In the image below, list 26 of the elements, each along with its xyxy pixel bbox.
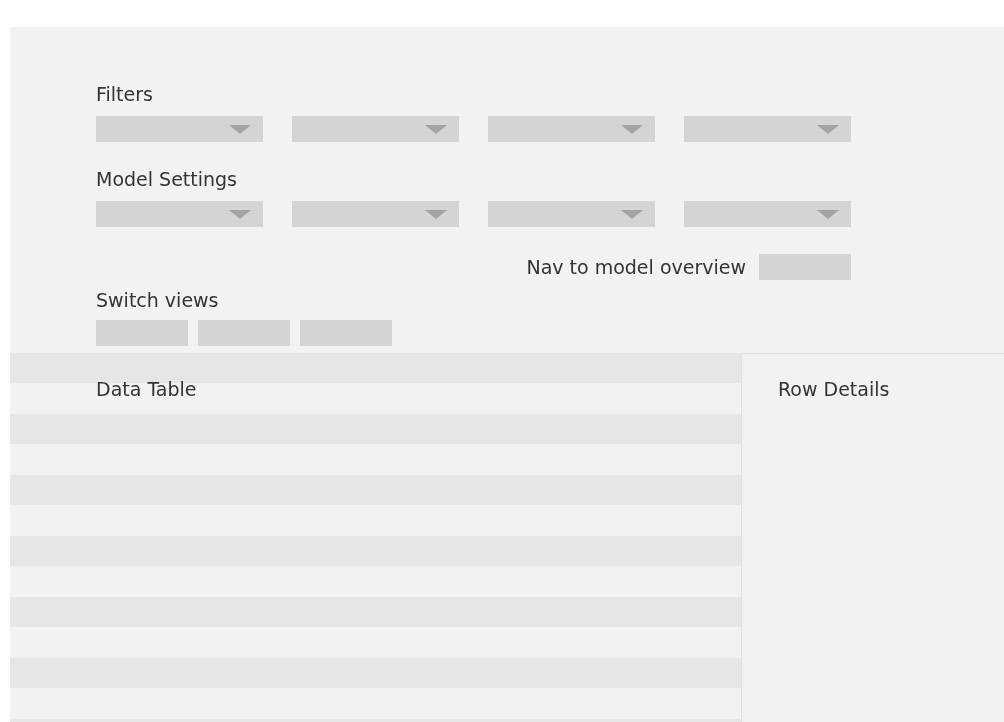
- caret-icon: [425, 125, 447, 134]
- section-label: Switch views: [96, 288, 220, 312]
- dropdown[interactable]: [292, 201, 459, 227]
- section-label: Model Settings: [96, 167, 238, 191]
- caret-icon: [621, 210, 643, 219]
- dropdown[interactable]: [96, 116, 263, 142]
- nav-label: Nav to model overview: [526, 255, 746, 279]
- section-label: Filters: [96, 82, 154, 106]
- button[interactable]: [300, 320, 392, 346]
- dropdown[interactable]: [684, 201, 851, 227]
- table-title: Data Table: [96, 377, 198, 401]
- dropdown[interactable]: [684, 116, 851, 142]
- caret-icon: [425, 210, 447, 219]
- caret-icon: [229, 125, 251, 134]
- caret-icon: [817, 125, 839, 134]
- button[interactable]: [198, 320, 290, 346]
- caret-icon: [229, 210, 251, 219]
- caret-icon: [817, 210, 839, 219]
- dropdown[interactable]: [96, 201, 263, 227]
- panel-title: Row Details: [778, 377, 891, 401]
- dropdown[interactable]: [488, 116, 655, 142]
- caret-icon: [621, 125, 643, 134]
- button[interactable]: [96, 320, 188, 346]
- button[interactable]: [759, 254, 851, 280]
- dropdown[interactable]: [292, 116, 459, 142]
- dropdown[interactable]: [488, 201, 655, 227]
